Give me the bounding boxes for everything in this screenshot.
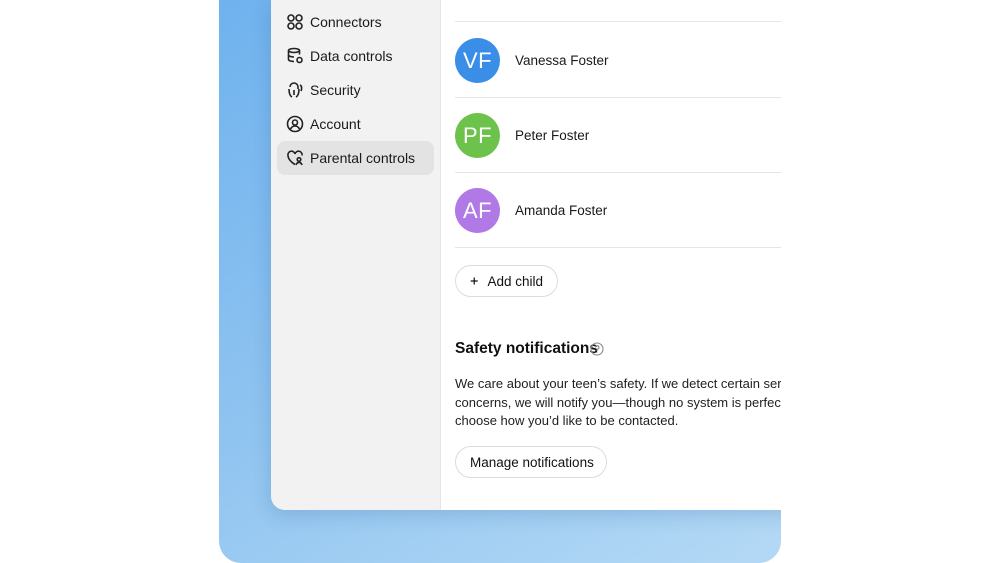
divider [455,97,781,98]
avatar-initials: VF [462,47,493,73]
avatar: AF [455,188,500,233]
avatar: VF [455,38,500,83]
blue-backdrop: Connectors Data controls Security Accoun… [219,0,781,563]
avatar-initials: AF [462,197,493,223]
account-icon [286,115,304,133]
add-child-label: Add child [487,273,543,289]
parental-controls-panel: VF Vanessa Foster PF Peter Foster AF Ama… [440,0,781,510]
sidebar-item-label: Security [310,82,361,98]
description-line: concerns, we will notify you—though no s… [455,394,781,410]
settings-sidebar: Connectors Data controls Security Accoun… [271,0,441,510]
sidebar-item-account[interactable]: Account [277,107,434,141]
sidebar-item-label: Account [310,116,361,132]
sidebar-item-connectors[interactable]: Connectors [277,5,434,39]
sidebar-item-data-controls[interactable]: Data controls [277,39,434,73]
sidebar-item-label: Parental controls [310,150,416,166]
description-line: choose how you’d like to be contacted. [455,413,679,428]
child-name: Vanessa Foster [515,53,609,68]
data-controls-icon [287,47,303,64]
safety-notifications-title: Safety notifications [455,340,598,357]
manage-notifications-label: Manage notifications [470,454,594,470]
sidebar-item-parental-controls[interactable]: Parental controls [277,141,434,175]
divider [455,172,781,173]
avatar: PF [455,113,500,158]
divider [455,247,781,248]
parental-controls-icon [287,150,303,166]
help-circle-icon[interactable] [590,342,604,356]
divider [455,21,781,22]
settings-window: Connectors Data controls Security Accoun… [271,0,781,510]
sidebar-item-security[interactable]: Security [277,73,434,107]
sidebar-item-label: Data controls [310,48,393,64]
child-name: Amanda Foster [515,203,608,218]
security-icon [288,82,303,98]
avatar-initials: PF [462,122,493,148]
safety-description: We care about your teen’s safety. If we … [455,375,781,431]
sidebar-item-label: Connectors [310,14,382,30]
add-child-button[interactable]: Add child [455,265,558,297]
child-name: Peter Foster [515,128,590,143]
description-line: We care about your teen’s safety. If we … [455,376,781,391]
connectors-icon [287,14,303,30]
plus-icon [470,277,478,285]
manage-notifications-button[interactable]: Manage notifications [455,446,607,478]
